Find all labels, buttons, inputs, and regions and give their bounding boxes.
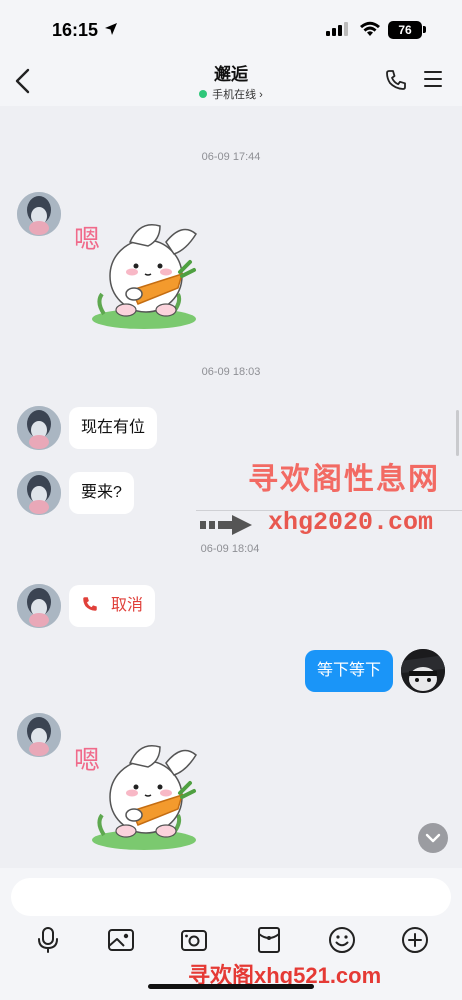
- battery-cap: [423, 26, 426, 33]
- status-time: 16:15: [52, 20, 99, 40]
- avatar[interactable]: [17, 471, 61, 515]
- message-bubble[interactable]: 现在有位: [69, 407, 158, 449]
- location-arrow-icon: [105, 23, 117, 35]
- timestamp: 06-09 17:44: [201, 151, 261, 163]
- online-status-text: 手机在线: [212, 89, 257, 101]
- my-message-bubble[interactable]: 等下等下: [305, 650, 394, 692]
- sticker-caption: 嗯: [74, 746, 100, 776]
- input-area: 寻欢阁xhg521.com: [0, 868, 462, 1000]
- emoji-icon[interactable]: [328, 926, 356, 954]
- message-bubble[interactable]: 要来?: [69, 472, 134, 514]
- message-input[interactable]: [11, 878, 451, 916]
- watermark-url: xhg2020.com: [268, 508, 434, 537]
- phone-icon[interactable]: [384, 68, 408, 92]
- avatar[interactable]: [17, 406, 61, 450]
- call-icon: [83, 597, 97, 611]
- watermark-overlay: 寻欢阁性息网 xhg2020.com: [196, 452, 462, 552]
- scroll-indicator[interactable]: [456, 410, 459, 456]
- mic-icon[interactable]: [34, 926, 62, 954]
- wifi-icon: [360, 21, 380, 36]
- home-indicator[interactable]: [148, 984, 314, 989]
- call-status-text: 取消: [111, 597, 144, 614]
- menu-icon[interactable]: [423, 70, 443, 88]
- chat-header: 邂逅 手机在线 ›: [0, 56, 462, 106]
- signal-icon: [326, 22, 348, 36]
- chevron-right-icon: ›: [259, 89, 263, 101]
- camera-icon[interactable]: [180, 926, 208, 954]
- my-avatar[interactable]: [401, 649, 445, 693]
- arrow-right-icon: [200, 515, 252, 535]
- avatar[interactable]: [17, 192, 61, 236]
- avatar[interactable]: [17, 584, 61, 628]
- timestamp: 06-09 18:03: [201, 366, 261, 378]
- scroll-to-bottom-button[interactable]: [418, 823, 448, 853]
- timestamp: 06-09 18:04: [200, 543, 260, 555]
- red-packet-icon[interactable]: [255, 926, 283, 954]
- call-bubble[interactable]: 取消: [69, 585, 155, 627]
- rabbit-carrot-sticker[interactable]: 嗯: [74, 725, 204, 857]
- rabbit-carrot-sticker[interactable]: 嗯: [74, 204, 204, 336]
- plus-icon[interactable]: [401, 926, 429, 954]
- battery-indicator: 76: [388, 21, 422, 39]
- avatar[interactable]: [17, 713, 61, 757]
- image-icon[interactable]: [107, 926, 135, 954]
- watermark-title: 寻欢阁性息网: [248, 463, 440, 496]
- chevron-down-icon: [425, 833, 441, 843]
- sticker-caption: 嗯: [74, 225, 100, 255]
- status-bar: 16:15 76: [0, 0, 462, 56]
- online-dot: [199, 90, 208, 98]
